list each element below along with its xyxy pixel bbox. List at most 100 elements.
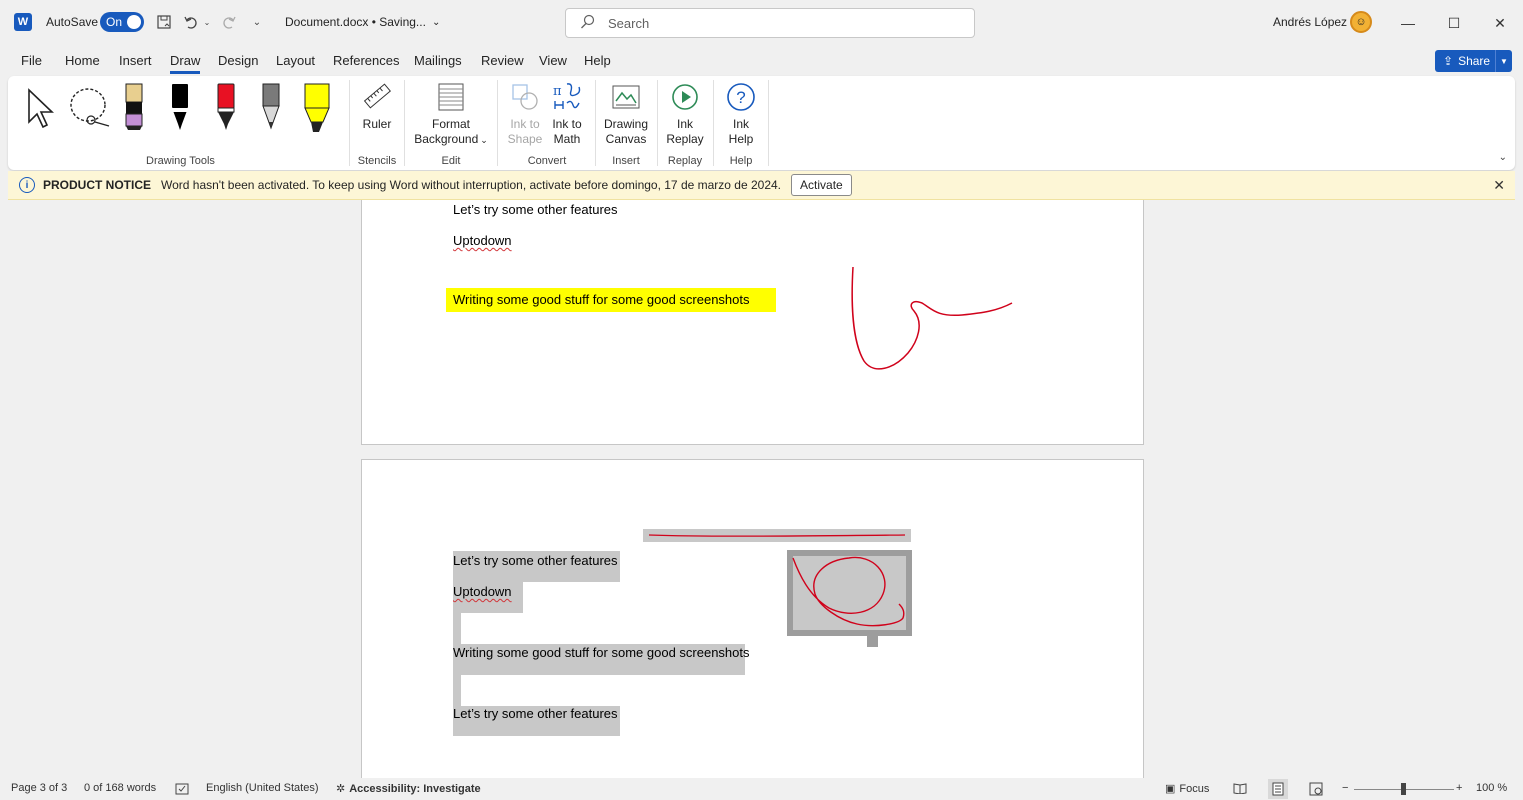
accessibility-label: Accessibility: Investigate [349,782,481,795]
ink-to-math-button[interactable]: π Ink to Math [540,80,594,147]
status-bar: Page 3 of 3 0 of 168 words English (Unit… [0,778,1523,800]
tab-insert[interactable]: Insert [119,53,152,68]
drawing-canvas-button[interactable]: Drawing Canvas [598,80,654,147]
paragraph[interactable]: Uptodown [453,584,512,599]
minimize-icon[interactable]: — [1385,8,1431,38]
red-pen-icon[interactable] [214,82,238,135]
drawing-canvas-frame[interactable] [787,550,912,636]
zoom-out-icon[interactable]: − [1342,782,1348,794]
zoom-slider-thumb[interactable] [1401,783,1406,795]
collapse-ribbon-icon[interactable]: ⌄ [1499,152,1507,163]
tab-mailings[interactable]: Mailings [414,53,462,68]
select-objects-icon[interactable] [26,88,56,131]
page-count[interactable]: Page 3 of 3 [11,782,67,794]
group-label-convert: Convert [527,155,567,167]
format-background-button[interactable]: Format Background ⌄ [410,80,492,148]
product-notice-bar: i PRODUCT NOTICE Word hasn't been activa… [8,171,1515,200]
svg-text:?: ? [736,88,745,107]
format-background-label-2: Background ⌄ [414,132,488,146]
print-layout-icon[interactable] [1268,779,1288,799]
document-name[interactable]: Document.docx • Saving... ⌄ [285,15,440,29]
tab-file[interactable]: File [21,53,42,68]
document-name-text: Document.docx • Saving... [285,15,426,29]
group-label-drawing-tools: Drawing Tools [146,155,215,167]
format-background-label-1: Format [431,117,470,131]
search-input[interactable]: Search [565,8,975,38]
ruler-label: Ruler [362,117,392,131]
lasso-select-icon[interactable] [68,86,114,133]
canvas-resize-handle[interactable] [867,636,878,647]
ink-to-shape-icon [508,80,542,114]
language-indicator[interactable]: English (United States) [206,782,319,794]
word-count[interactable]: 0 of 168 words [84,782,156,794]
autosave-toggle[interactable]: On [100,12,144,32]
ink-replay-button[interactable]: Ink Replay [658,80,712,147]
ribbon-tabs: File Home Insert Draw Design Layout Refe… [0,46,1523,76]
group-separator [404,80,405,166]
paragraph[interactable]: Let’s try some other features [453,553,618,568]
ink-help-button[interactable]: ? Ink Help [714,80,768,147]
document-canvas[interactable]: Let’s try some other features Uptodown W… [0,200,1523,778]
tab-design[interactable]: Design [218,53,258,68]
zoom-in-icon[interactable]: + [1456,782,1462,794]
group-label-edit: Edit [441,155,461,167]
ink-to-math-icon: π [550,80,584,114]
accessibility-icon: ✲ [336,783,346,795]
black-pen-icon[interactable] [168,82,192,135]
paragraph[interactable]: Writing some good stuff for some good sc… [453,645,750,660]
proofing-icon[interactable] [175,782,189,796]
close-icon[interactable]: ✕ [1493,177,1505,194]
tab-draw[interactable]: Draw [170,53,201,74]
group-separator [768,80,769,166]
tab-layout[interactable]: Layout [276,53,315,68]
group-label-help: Help [729,155,753,167]
tab-review[interactable]: Review [481,53,524,68]
zoom-level[interactable]: 100 % [1476,782,1507,794]
ink-to-shape-label-2: Shape [507,132,543,146]
accessibility-status[interactable]: ✲ Accessibility: Investigate [336,782,481,796]
paragraph[interactable]: Let’s try some other features [453,706,618,721]
activate-button[interactable]: Activate [791,174,852,196]
ruler-button[interactable]: Ruler [350,80,404,132]
redo-icon[interactable] [219,12,239,32]
gray-pencil-icon[interactable] [259,82,283,135]
tab-view[interactable]: View [539,53,567,68]
ribbon-draw: Drawing Tools Ruler Stencils Format Back… [8,76,1515,170]
highlighted-paragraph[interactable]: Writing some good stuff for some good sc… [446,288,776,312]
avatar[interactable]: ☺ [1350,11,1372,33]
page[interactable]: Let’s try some other features Uptodown W… [361,200,1144,445]
close-icon[interactable]: ✕ [1477,8,1523,38]
undo-dropdown-icon[interactable]: ⌄ [201,12,213,32]
share-dropdown-icon[interactable]: ▼ [1495,50,1512,72]
drawing-canvas-label-1: Drawing [603,117,648,131]
customize-qat-icon[interactable]: ⌄ [247,12,267,32]
title-bar: W AutoSave On ⌄ ⌄ Document.docx • Saving… [0,0,1523,46]
ink-help-label-1: Ink [732,117,749,131]
ink-stroke[interactable] [647,530,909,542]
page[interactable]: Let’s try some other features Uptodown W… [361,459,1144,778]
tab-home[interactable]: Home [65,53,100,68]
tab-references[interactable]: References [333,53,399,68]
pencil-tool-icon[interactable] [122,82,146,135]
undo-icon[interactable] [181,12,201,32]
paragraph[interactable]: Let’s try some other features [453,202,618,217]
ink-stroke[interactable] [842,261,1022,381]
highlighter-icon[interactable] [303,82,331,139]
tab-help[interactable]: Help [584,53,611,68]
autosave-label: AutoSave [46,15,99,29]
ink-to-math-label-1: Ink to [552,117,582,131]
web-layout-icon[interactable] [1309,782,1323,796]
user-name[interactable]: Andrés López [1273,15,1347,29]
ink-stroke[interactable] [787,550,912,636]
notice-message: Word hasn't been activated. To keep usin… [161,178,782,192]
toggle-knob [127,15,141,29]
save-icon[interactable] [154,12,174,32]
search-placeholder: Search [608,15,650,31]
read-mode-icon[interactable] [1233,782,1247,794]
chevron-down-icon: ⌄ [431,16,441,28]
format-background-icon [434,80,468,114]
focus-mode-button[interactable]: ▣ Focus [1165,782,1209,796]
maximize-icon[interactable]: ☐ [1431,8,1477,38]
paragraph[interactable]: Uptodown [453,233,512,248]
share-button[interactable]: ⇪ Share ▼ [1435,50,1512,72]
